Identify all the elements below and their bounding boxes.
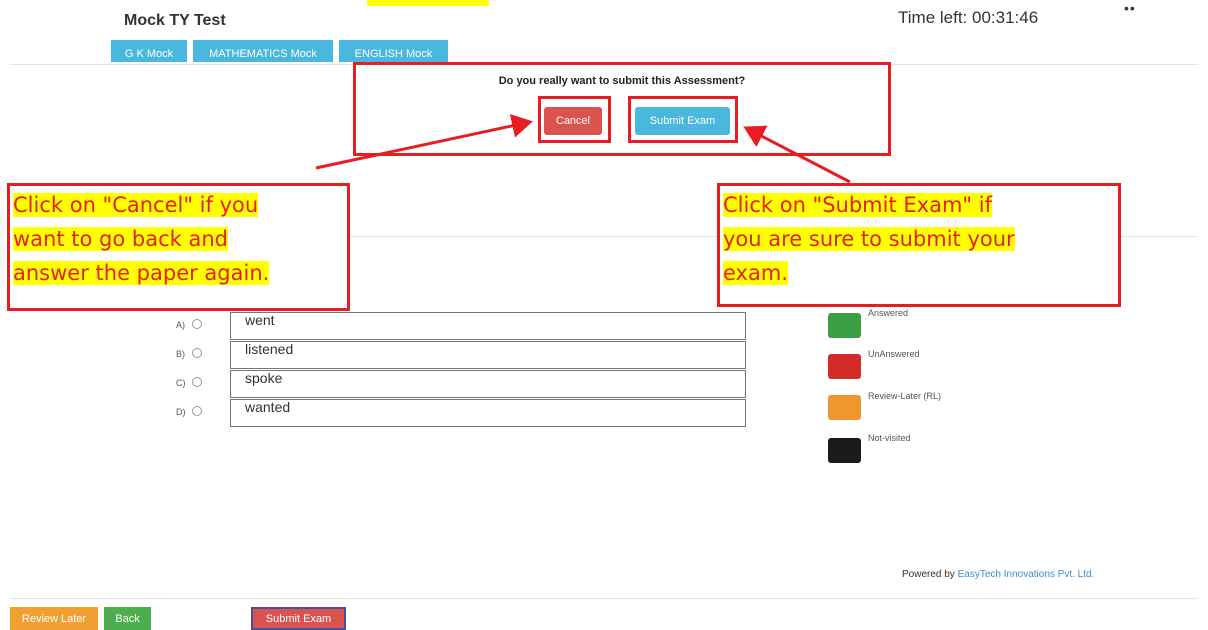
arrow-to-cancel [315, 114, 533, 170]
legend-swatch-unanswered [828, 354, 861, 379]
option-c-text: spoke [230, 370, 746, 398]
option-c-radio[interactable] [192, 377, 202, 387]
review-later-button[interactable]: Review Later [10, 607, 98, 630]
option-letter: C) [176, 378, 186, 388]
option-b-text: listened [230, 341, 746, 369]
legend-swatch-not-visited [828, 438, 861, 463]
back-button[interactable]: Back [104, 607, 151, 630]
option-b-radio[interactable] [192, 348, 202, 358]
option-letter: A) [176, 320, 185, 330]
legend-label: Review-Later (RL) [868, 391, 942, 401]
legend-swatch-answered [828, 313, 861, 338]
option-d-radio[interactable] [192, 406, 202, 416]
legend-label: Answered [868, 308, 909, 318]
option-letter: D) [176, 407, 186, 417]
option-d-text: wanted [230, 399, 746, 427]
footer-submit-exam-button[interactable]: Submit Exam [251, 607, 346, 630]
legend-swatch-review-later [828, 395, 861, 420]
legend-label: UnAnswered [868, 349, 920, 359]
option-letter: B) [176, 349, 185, 359]
company-link[interactable]: EasyTech Innovations Pvt. Ltd. [958, 569, 1095, 580]
option-a-text: went [230, 312, 746, 340]
option-a-radio[interactable] [192, 319, 202, 329]
powered-prefix: Powered by [902, 569, 958, 580]
legend-label: Not-visited [868, 433, 911, 443]
arrow-to-submit [743, 125, 851, 184]
powered-by: Powered by EasyTech Innovations Pvt. Ltd… [902, 569, 1094, 580]
